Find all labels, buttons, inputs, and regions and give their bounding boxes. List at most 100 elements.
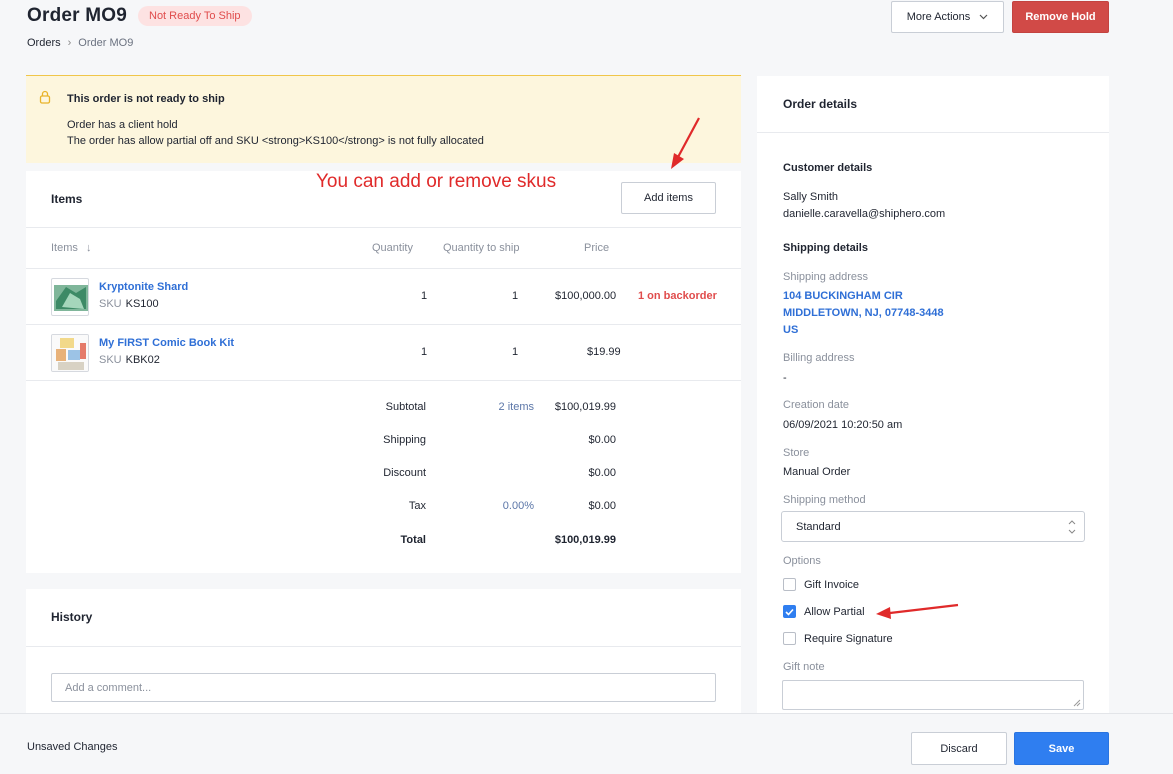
comment-input[interactable]: Add a comment... xyxy=(51,673,716,702)
items-card: Items Items ↓ Quantity Quantity to ship … xyxy=(26,171,741,573)
customer-email: danielle.caravella@shiphero.com xyxy=(783,208,946,220)
address-line: MIDDLETOWN, NJ, 07748-3448 xyxy=(783,307,944,319)
discard-button[interactable]: Discard xyxy=(911,732,1007,765)
gift-note-label: Gift note xyxy=(783,661,825,673)
annotation-note: You can add or remove skus xyxy=(316,171,557,192)
unsaved-changes-label: Unsaved Changes xyxy=(27,741,118,753)
row-quantity: 1 xyxy=(421,346,428,358)
address-line: US xyxy=(783,324,799,336)
chevron-right-icon: › xyxy=(67,37,72,49)
alert-line-partial: The order has allow partial off and SKU … xyxy=(67,135,484,147)
allow-partial-checkbox[interactable] xyxy=(783,605,796,618)
alert-title: This order is not ready to ship xyxy=(67,93,225,105)
address-line: 104 BUCKINGHAM CIR xyxy=(783,290,903,302)
subtotal-label: Subtotal xyxy=(385,401,426,413)
product-sku: SKU KS100 xyxy=(99,298,159,310)
add-items-button[interactable]: Add items xyxy=(621,182,716,214)
require-signature-checkbox[interactable] xyxy=(783,632,796,645)
order-details-title: Order details xyxy=(783,97,858,111)
product-thumbnail xyxy=(51,278,89,316)
save-button[interactable]: Save xyxy=(1014,732,1109,765)
divider xyxy=(26,646,741,647)
billing-address-label: Billing address xyxy=(783,352,855,364)
divider xyxy=(26,268,741,269)
total-label: Total xyxy=(400,534,426,546)
shipping-address-link[interactable]: 104 BUCKINGHAM CIR MIDDLETOWN, NJ, 07748… xyxy=(783,288,944,339)
shipping-address-label: Shipping address xyxy=(783,271,869,283)
arrow-down-icon: ↓ xyxy=(85,242,92,254)
resize-handle-icon[interactable] xyxy=(1073,699,1081,707)
product-sku: SKU KBK02 xyxy=(99,354,160,366)
not-ready-alert: This order is not ready to ship Order ha… xyxy=(26,75,741,163)
col-quantity-header: Quantity xyxy=(372,242,413,254)
row-price: $100,000.00 xyxy=(555,290,617,302)
gift-invoice-label: Gift Invoice xyxy=(804,578,860,591)
row-quantity-to-ship: 1 xyxy=(512,346,519,358)
creation-date-label: Creation date xyxy=(783,399,850,411)
total-value: $100,019.99 xyxy=(554,534,616,546)
tax-value: $0.00 xyxy=(588,500,616,512)
billing-address: - xyxy=(783,372,787,384)
remove-hold-button[interactable]: Remove Hold xyxy=(1012,1,1109,33)
tax-label: Tax xyxy=(408,500,426,512)
options-label: Options xyxy=(783,555,821,567)
require-signature-option[interactable]: Require Signature xyxy=(783,632,893,645)
checkmark-icon xyxy=(785,608,794,616)
breadcrumb-current: Order MO9 xyxy=(78,37,134,49)
divider xyxy=(26,380,741,381)
items-title: Items xyxy=(51,192,83,206)
product-name-link[interactable]: Kryptonite Shard xyxy=(99,281,188,293)
save-bar: Unsaved Changes Discard Save xyxy=(0,713,1173,774)
shipping-details-heading: Shipping details xyxy=(783,242,868,254)
breadcrumb: Orders › Order MO9 xyxy=(27,37,1113,49)
discount-label: Discount xyxy=(383,467,426,479)
creation-date: 06/09/2021 10:20:50 am xyxy=(783,419,903,431)
annotation-arrow xyxy=(876,603,959,619)
gift-invoice-checkbox[interactable] xyxy=(783,578,796,591)
allow-partial-label: Allow Partial xyxy=(804,605,865,618)
lock-icon xyxy=(39,90,51,104)
store-value: Manual Order xyxy=(783,466,851,478)
allow-partial-option[interactable]: Allow Partial xyxy=(783,605,865,618)
shipping-value: $0.00 xyxy=(588,434,616,446)
col-items-label: Items xyxy=(51,242,78,254)
product-name-link[interactable]: My FIRST Comic Book Kit xyxy=(99,337,234,349)
divider xyxy=(26,324,741,325)
row-quantity-to-ship: 1 xyxy=(512,290,519,302)
gift-note-input[interactable] xyxy=(782,680,1084,710)
breadcrumb-orders-link[interactable]: Orders xyxy=(27,37,61,49)
chevron-down-icon xyxy=(979,14,988,20)
product-thumbnail xyxy=(51,334,89,372)
select-arrows-icon xyxy=(1068,520,1076,534)
annotation-arrow xyxy=(671,117,700,169)
subtotal-count: 2 items xyxy=(498,401,534,413)
shipping-method-select[interactable]: Standard xyxy=(781,511,1085,542)
history-card: History Add a comment... xyxy=(26,589,741,729)
col-price-header: Price xyxy=(584,242,610,254)
discount-value: $0.00 xyxy=(588,467,616,479)
divider xyxy=(757,132,1109,133)
history-title: History xyxy=(51,610,93,624)
subtotal-value: $100,019.99 xyxy=(554,401,616,413)
tax-rate: 0.00% xyxy=(502,500,534,512)
alert-line-hold: Order has a client hold xyxy=(67,119,178,131)
status-badge: Not Ready To Ship xyxy=(138,6,252,26)
customer-details-heading: Customer details xyxy=(783,162,873,174)
shipping-label: Shipping xyxy=(383,434,426,446)
row-price: $19.99 xyxy=(587,346,621,358)
shipping-method-value: Standard xyxy=(796,520,841,533)
more-actions-button[interactable]: More Actions xyxy=(891,1,1004,33)
divider xyxy=(26,227,741,228)
backorder-status: 1 on backorder xyxy=(638,290,717,302)
col-items-header[interactable]: Items ↓ xyxy=(51,242,91,254)
shipping-method-label: Shipping method xyxy=(783,494,866,506)
store-label: Store xyxy=(783,447,810,459)
more-actions-label: More Actions xyxy=(906,11,971,23)
page-title: Order MO9 xyxy=(27,5,127,26)
row-quantity: 1 xyxy=(421,290,428,302)
order-details-card: Order details Customer details Sally Smi… xyxy=(757,76,1109,736)
customer-name: Sally Smith xyxy=(783,191,839,203)
col-quantity-to-ship-header: Quantity to ship xyxy=(443,242,520,254)
gift-invoice-option[interactable]: Gift Invoice xyxy=(783,578,859,591)
require-signature-label: Require Signature xyxy=(804,632,893,645)
